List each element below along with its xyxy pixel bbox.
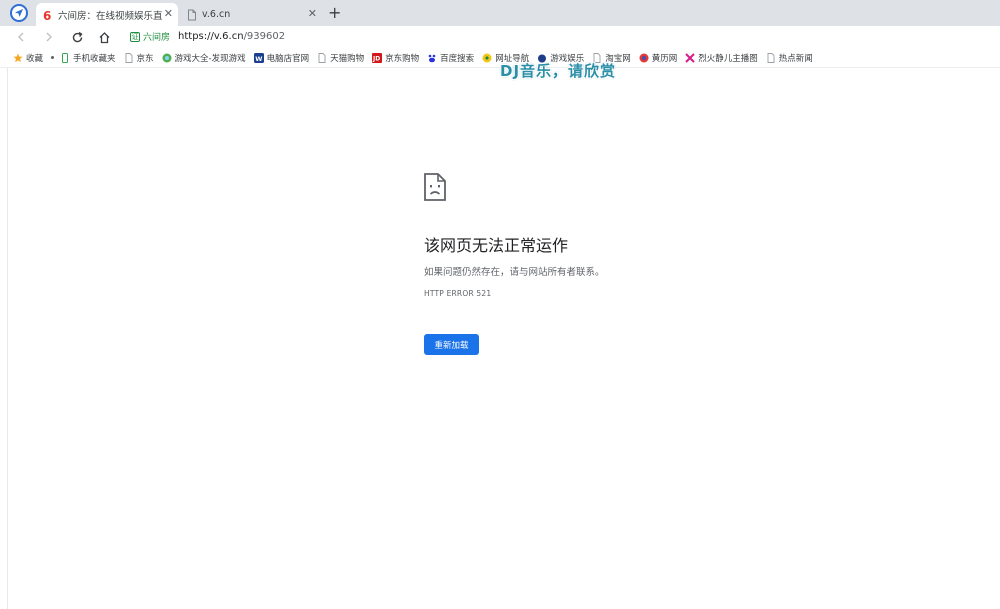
six-logo-icon: 6 xyxy=(43,9,51,21)
bookmark-item[interactable]: 天猫购物 xyxy=(317,52,364,64)
store-icon: W xyxy=(253,52,264,63)
page-icon xyxy=(188,9,196,20)
svg-text:6: 6 xyxy=(43,9,51,21)
url-host: https://v.6.cn xyxy=(178,31,244,42)
address-bar[interactable]: 证 六间房 https://v.6.cn /939602 xyxy=(125,27,995,46)
dj-music-overlay: DJ音乐，请欣赏 xyxy=(500,62,617,80)
jd-icon: JD xyxy=(372,52,383,63)
tab-title: v.6.cn xyxy=(202,9,231,20)
sad-page-icon xyxy=(424,173,446,201)
url-path: /939602 xyxy=(243,31,286,42)
tab-liujianfang[interactable]: 6 六间房：在线视频娱乐直播平台 ✕ xyxy=(36,3,178,26)
tab-strip: 6 六间房：在线视频娱乐直播平台 ✕ v.6.cn ✕ + xyxy=(0,0,1000,26)
bookmark-item[interactable]: 百度搜索 xyxy=(427,52,474,64)
game-icon xyxy=(162,53,172,62)
page-left-border xyxy=(7,68,8,609)
home-icon xyxy=(99,31,109,43)
new-tab-button[interactable]: + xyxy=(328,3,341,23)
bookmark-item[interactable]: 手机收藏夹 xyxy=(60,52,116,64)
bookmark-item[interactable]: 热点新闻 xyxy=(766,52,813,64)
calendar-icon xyxy=(639,53,649,62)
page-icon xyxy=(125,52,132,63)
close-tab-icon[interactable]: ✕ xyxy=(308,8,317,20)
page-icon xyxy=(767,52,775,63)
error-code: HTTP ERROR 521 xyxy=(424,289,492,298)
bookmark-item[interactable]: JD 京东购物 xyxy=(372,52,419,64)
bookmark-item[interactable]: 游戏大全-发现游戏 xyxy=(162,52,246,64)
chevron-left-icon xyxy=(18,32,24,42)
bookmark-item[interactable]: 京东 xyxy=(124,52,154,64)
reload-page-button[interactable]: 重新加载 xyxy=(424,334,479,355)
reload-button[interactable] xyxy=(68,28,86,46)
back-button[interactable] xyxy=(12,28,30,46)
chevron-right-icon xyxy=(46,32,52,42)
nav-icon xyxy=(482,53,492,62)
reload-icon xyxy=(72,31,83,42)
dot-separator xyxy=(51,56,55,59)
shield-icon: 证 xyxy=(130,31,140,42)
secure-badge[interactable]: 证 六间房 xyxy=(125,30,170,43)
bookmark-item[interactable]: W 电脑店官网 xyxy=(253,52,309,64)
x-icon xyxy=(685,52,695,63)
error-title: 该网页无法正常运作 xyxy=(424,236,569,255)
secure-label: 六间房 xyxy=(143,33,171,43)
tab-title: 六间房：在线视频娱乐直播平台 xyxy=(58,10,162,22)
forward-button[interactable] xyxy=(40,28,58,46)
phone-icon xyxy=(62,52,69,63)
error-description: 如果问题仍然存在，请与网站所有者联系。 xyxy=(424,267,605,278)
svg-text:W: W xyxy=(255,54,262,62)
bookmark-item[interactable]: 烈火静儿主播图 xyxy=(685,52,758,64)
toolbar: 证 六间房 https://v.6.cn /939602 xyxy=(0,26,1000,48)
baidu-icon xyxy=(428,54,436,62)
page-icon xyxy=(318,52,326,63)
svg-text:JD: JD xyxy=(372,55,380,62)
home-button[interactable] xyxy=(95,28,113,46)
bookmark-favorites[interactable]: 收藏 xyxy=(13,52,43,64)
star-icon xyxy=(13,53,23,62)
bookmark-item[interactable]: 黄历网 xyxy=(639,52,677,64)
browser-logo-icon[interactable] xyxy=(10,4,28,22)
close-tab-icon[interactable]: ✕ xyxy=(164,8,173,20)
tab-v6cn[interactable]: v.6.cn ✕ xyxy=(180,3,322,26)
